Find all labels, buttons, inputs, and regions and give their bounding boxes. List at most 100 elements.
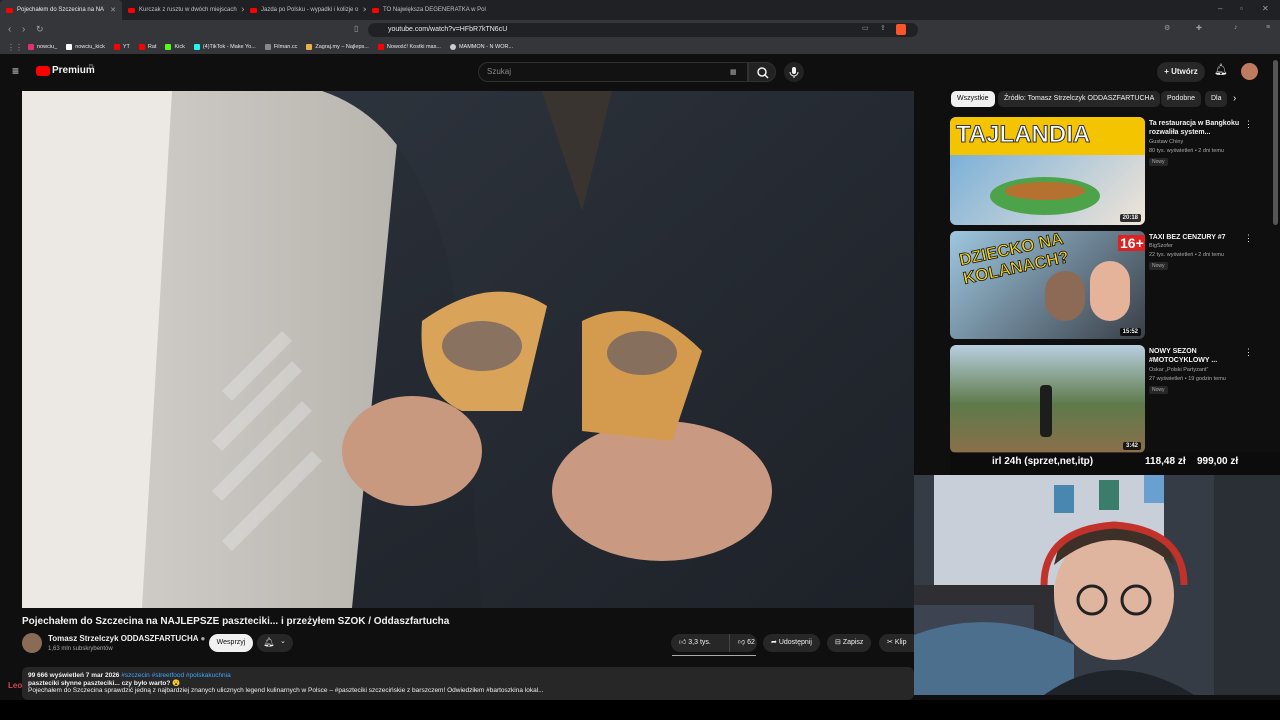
apps-grid-icon[interactable]: ⋮⋮	[7, 43, 23, 52]
recommendation-item[interactable]: 3:42 NOWY SEZON #MOTOCYKLOWY ... Oskar „…	[950, 345, 1260, 453]
like-button[interactable]: 👍︎ 3,3 tys.	[671, 634, 729, 652]
notifications-bell-icon[interactable]: 🔔︎	[1214, 63, 1228, 76]
create-button[interactable]: + Utwórz	[1157, 62, 1205, 82]
browser-tab[interactable]: Jazda po Polsku - wypadki i kolizje o ✕	[244, 0, 366, 20]
new-badge: Nowy	[1149, 262, 1168, 270]
browser-tab[interactable]: Kurczak z rusztu w dwóch miejscach ✕	[122, 0, 244, 20]
search-input[interactable]: Szukaj	[478, 62, 748, 82]
bookmark-item[interactable]: YT	[113, 44, 130, 50]
chip-from-channel[interactable]: Źródło: Tomasz Strzelczyk ODDASZFARTUCHA	[998, 91, 1161, 107]
forward-icon[interactable]: ›	[22, 24, 25, 35]
bookmark-item[interactable]: Zagraj.my – Najleps...	[306, 44, 369, 50]
window-close-icon[interactable]: ✕	[1262, 4, 1269, 13]
url-field[interactable]: youtube.com/watch?v=HFbR7kTN6cU	[368, 23, 918, 37]
sidebar-scrollbar[interactable]	[1273, 60, 1278, 225]
tiktok-icon	[193, 44, 200, 50]
reload-icon[interactable]: ↻	[36, 24, 44, 35]
video-thumbnail[interactable]: TAJLANDIA 20:18	[950, 117, 1145, 225]
bookmark-label: Zagraj.my – Najleps...	[315, 44, 369, 50]
recommendation-title: NOWY SEZON #MOTOCYKLOWY ...	[1149, 348, 1218, 364]
account-avatar[interactable]	[1241, 63, 1258, 80]
browser-tab[interactable]: TO Największa DEGENERATKA w Pol✕	[366, 0, 488, 20]
chip-related[interactable]: Podobne	[1161, 91, 1202, 107]
youtube-icon	[250, 7, 257, 13]
bookmark-item[interactable]: nowciu_	[28, 44, 57, 50]
puzzle-icon[interactable]: ✚	[1196, 24, 1202, 32]
bookmark-item[interactable]: (4)TikTok - Make Yo...	[193, 44, 256, 50]
stream-user-tag: Leo	[8, 681, 23, 690]
recommendation-item[interactable]: DZIECKO NA KOLANACH? 16+ 15:52 TAXI BEZ …	[950, 231, 1260, 339]
video-thumbnail[interactable]: 3:42	[950, 345, 1145, 453]
menu-icon[interactable]: ≡	[1266, 24, 1270, 31]
search-icon	[757, 67, 769, 79]
bookmark-item[interactable]: nowciu_kick	[66, 44, 105, 50]
more-options-icon[interactable]: ⋮	[1244, 233, 1253, 244]
dislike-button[interactable]: 👎︎ 62	[729, 634, 757, 652]
youtube-icon	[138, 44, 145, 50]
channel-name[interactable]: Tomasz Strzelczyk ODDASZFARTUCHA ●	[48, 634, 205, 643]
music-icon[interactable]: ♪	[1234, 24, 1238, 31]
hashtags[interactable]: #szczecin #streetfood #polskakuchnia	[121, 672, 230, 679]
video-player[interactable]	[22, 91, 914, 608]
thumbnail-text: TAJLANDIA	[955, 121, 1091, 149]
chevron-right-icon[interactable]: ›	[1233, 93, 1236, 104]
youtube-logo-icon[interactable]	[36, 66, 50, 76]
keyboard-icon[interactable]: ▦	[730, 68, 737, 76]
streamer-webcam	[914, 475, 1280, 695]
bookmark-label: Kick	[174, 44, 185, 50]
voice-search-button[interactable]	[784, 62, 804, 82]
extension-icon[interactable]: ⚙	[1164, 24, 1170, 32]
bookmark-label: Filman.cc	[273, 44, 298, 50]
description-box[interactable]: 99 666 wyświetleń 7 mar 2026 #szczecin #…	[22, 667, 914, 700]
chip-all[interactable]: Wszystkie	[951, 91, 995, 107]
back-icon[interactable]: ‹	[8, 24, 11, 35]
close-icon[interactable]: ✕	[110, 6, 116, 14]
goal-label: irl 24h (sprzet,net,itp)	[992, 456, 1094, 467]
minimize-icon[interactable]: –	[1218, 4, 1222, 13]
video-thumbnail[interactable]: DZIECKO NA KOLANACH? 16+ 15:52	[950, 231, 1145, 339]
bookmark-label: nowciu_kick	[75, 44, 105, 50]
scissors-icon: ✂	[887, 639, 895, 646]
bookmark-item[interactable]: Nowość! Kostki mas...	[377, 44, 441, 50]
verified-icon: ●	[200, 634, 206, 643]
brave-shield-icon[interactable]	[896, 24, 906, 35]
recommendation-channel: Oskar „Polski Partyzant”	[1149, 367, 1209, 373]
more-options-icon[interactable]: ⋮	[1244, 347, 1253, 358]
thumbnail-person	[1040, 385, 1052, 437]
bookmark-icon[interactable]: ▯	[354, 24, 358, 33]
bookmark-label: YT	[122, 44, 130, 50]
recommendation-channel: Gustaw Chiny	[1149, 139, 1184, 145]
channel-name-text: Tomasz Strzelczyk ODDASZFARTUCHA	[48, 634, 199, 643]
url-text: youtube.com/watch?v=HFbR7kTN6cU	[388, 26, 508, 33]
save-button[interactable]: ⊟ Zapisz	[827, 634, 872, 652]
chevron-down-icon: ⌄	[280, 638, 286, 645]
youtube-icon	[6, 7, 13, 13]
channel-avatar[interactable]	[22, 633, 42, 653]
bookmark-item[interactable]: MAMMON - N WOR...	[449, 44, 513, 50]
goal-target: 999,00 zł	[1197, 456, 1239, 467]
bookmark-item[interactable]: Filman.cc	[264, 44, 298, 50]
recommendation-meta: 27 wyświetleń • 19 godzin temu	[1149, 376, 1226, 382]
clip-button[interactable]: ✂ Klip	[879, 634, 914, 652]
hamburger-menu-icon[interactable]: ≡	[12, 64, 19, 78]
microphone-icon	[789, 67, 799, 78]
screen-icon[interactable]: ▭	[862, 24, 869, 32]
video-duration: 15:52	[1119, 328, 1141, 336]
share-icon[interactable]: ⇪	[880, 24, 886, 32]
more-options-icon[interactable]: ⋮	[1244, 119, 1253, 130]
browser-tab[interactable]: Pojechałem do Szczecina na NA ✕	[0, 0, 122, 20]
chip-for-you[interactable]: Dla	[1205, 91, 1227, 107]
subscription-bell-button[interactable]: 🔔︎ ⌄	[257, 634, 293, 652]
create-label: Utwórz	[1171, 67, 1198, 76]
film-icon	[264, 44, 271, 50]
join-button[interactable]: Wesprzyj	[209, 634, 253, 652]
share-button[interactable]: ➦ Udostępnij	[763, 634, 820, 652]
search-button[interactable]	[748, 62, 776, 82]
bookmark-item[interactable]: Kick	[165, 44, 185, 50]
bookmark-item[interactable]: Rat	[138, 44, 156, 50]
search-placeholder: Szukaj	[487, 67, 512, 76]
recommendation-item[interactable]: TAJLANDIA 20:18 Ta restauracja w Bangkok…	[950, 117, 1260, 225]
video-duration: 20:18	[1119, 214, 1141, 222]
logo-country: PL	[89, 63, 95, 68]
maximize-icon[interactable]: ▫	[1240, 4, 1243, 13]
